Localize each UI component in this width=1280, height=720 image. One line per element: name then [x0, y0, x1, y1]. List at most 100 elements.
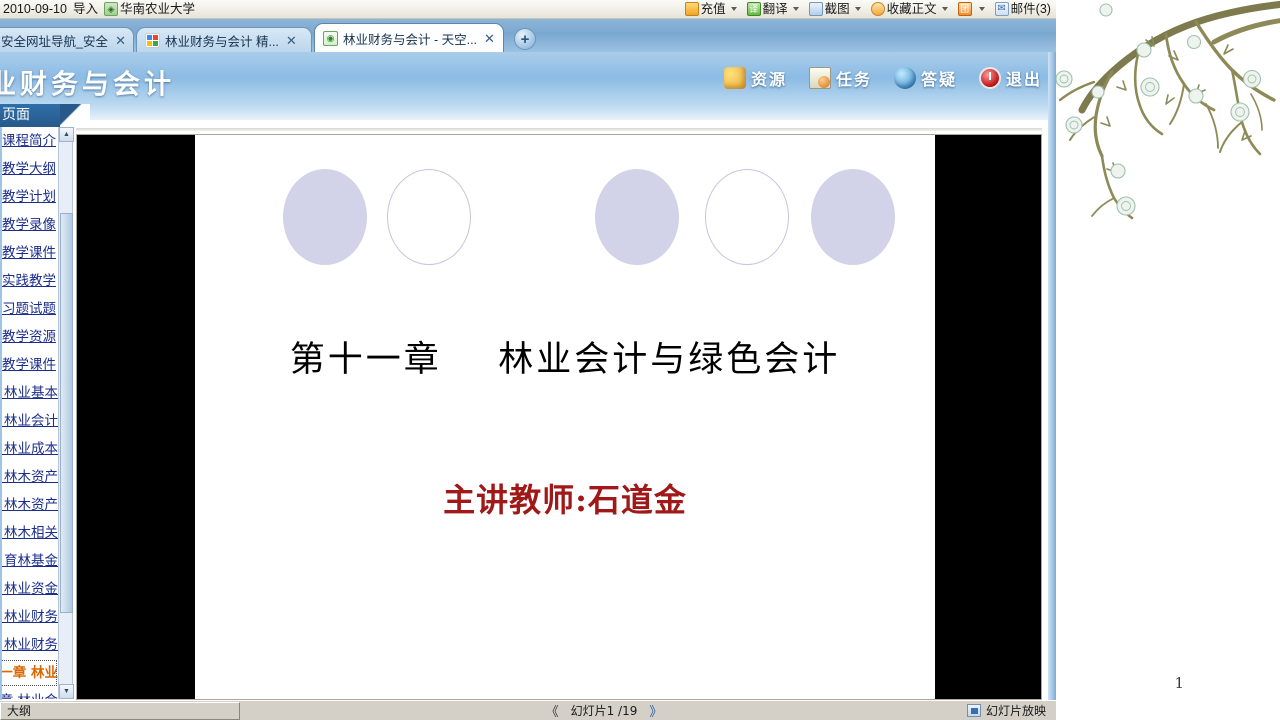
- slide-counter: 幻灯片1 /19: [570, 704, 638, 718]
- university-icon: [103, 2, 118, 16]
- chapter-tree: 课程简介 教学大纲 教学计划 教学录像 教学课件 实践教学 习题试题 教学资源 …: [0, 127, 58, 699]
- viewer-top-divider: [76, 128, 1042, 131]
- tree-item[interactable]: 第十章 林业财务: [0, 631, 58, 659]
- chevron-down-icon[interactable]: [941, 7, 948, 11]
- tree-item[interactable]: 教学资源: [0, 323, 58, 351]
- tree-item[interactable]: 第九章 林业财务: [0, 603, 58, 631]
- tree-item[interactable]: 习题试题: [0, 295, 58, 323]
- tree-item[interactable]: 教学课件: [0, 351, 58, 379]
- slideshow-button[interactable]: 幻灯片放映: [966, 702, 1056, 719]
- translate-icon: [746, 2, 761, 16]
- close-icon[interactable]: ✕: [284, 34, 299, 47]
- status-outline-label: 大纲: [7, 704, 32, 718]
- decor-ellipse-2: [387, 169, 471, 265]
- tree-item[interactable]: 教学计划: [0, 183, 58, 211]
- sidebar-section-tab-label: 页面: [2, 107, 30, 123]
- decor-ellipse-1: [283, 169, 367, 265]
- document-icon: [323, 30, 338, 46]
- chevron-down-icon[interactable]: [730, 7, 737, 11]
- tree-item[interactable]: 第七章 育林基金: [0, 547, 58, 575]
- toolbar-item-favorite-label: 收藏正文: [886, 1, 937, 16]
- previous-slide-icon[interactable]: 《: [546, 701, 559, 720]
- tree-item[interactable]: 课程简介: [0, 127, 58, 155]
- toolbar-item-recharge-label: 充值: [700, 1, 726, 16]
- window-frame-right: [1048, 52, 1056, 720]
- resources-icon: [723, 67, 746, 89]
- screen-root: 2010-09-10 导入 华南农业大学 充值 翻译 截图 收藏正文: [0, 0, 1280, 720]
- toolbar-import-button[interactable]: 导入: [70, 0, 101, 18]
- toolbar-item-screenshot-label: 截图: [824, 1, 850, 16]
- tree-item[interactable]: 第十二章 林业会: [0, 687, 58, 699]
- browser-tab-1[interactable]: 安全网址导航_安全... ✕: [0, 27, 134, 52]
- tree-item[interactable]: 第二章 林业会计: [0, 407, 58, 435]
- toolbar-item-recharge[interactable]: 充值: [682, 0, 744, 18]
- header-nav-qa-label: 答疑: [920, 70, 957, 89]
- toolbar-item-group[interactable]: [955, 0, 992, 18]
- toolbar-item-favorite[interactable]: 收藏正文: [868, 0, 955, 18]
- sidebar-section-tab[interactable]: 页面: [0, 104, 90, 127]
- mail-icon: [994, 2, 1009, 16]
- tree-item[interactable]: 第三章 林业成本: [0, 435, 58, 463]
- toolbar-item-mail-label: 邮件(3): [1010, 1, 1051, 16]
- status-bar: 大纲 《 幻灯片1 /19 》 幻灯片放映: [0, 700, 1056, 720]
- header-nav-exit-label: 退出: [1005, 70, 1042, 89]
- tree-item[interactable]: 第四章 林木资产: [0, 463, 58, 491]
- close-icon[interactable]: ✕: [113, 34, 128, 47]
- scroll-up-icon[interactable]: ▲: [59, 127, 74, 142]
- header-nav-resources-label: 资源: [750, 70, 787, 89]
- chevron-down-icon[interactable]: [978, 7, 985, 11]
- content-area: 课程简介 教学大纲 教学计划 教学录像 教学课件 实践教学 习题试题 教学资源 …: [0, 120, 1056, 700]
- tree-item[interactable]: 教学大纲: [0, 155, 58, 183]
- tree-item[interactable]: 教学录像: [0, 211, 58, 239]
- coin-icon: [684, 2, 699, 16]
- toolbar-item-translate-label: 翻译: [762, 1, 788, 16]
- close-icon[interactable]: ✕: [482, 32, 497, 45]
- browser-tab-1-title: 安全网址导航_安全...: [1, 34, 109, 49]
- new-tab-button[interactable]: +: [514, 28, 536, 50]
- favorite-icon: [870, 2, 885, 16]
- tree-item-selected[interactable]: 第十一章 林业: [0, 659, 58, 687]
- status-outline-cell[interactable]: 大纲: [0, 701, 240, 720]
- toolbar-item-translate[interactable]: 翻译: [744, 0, 806, 18]
- page-number: 1: [1174, 674, 1184, 692]
- browser-tab-3-title: 林业财务与会计 - 天空...: [343, 32, 478, 47]
- tree-item[interactable]: 教学课件: [0, 239, 58, 267]
- tree-item[interactable]: 实践教学: [0, 267, 58, 295]
- exit-icon: [978, 67, 1001, 89]
- toolbar-date: 2010-09-10: [0, 0, 70, 18]
- browser-tab-2-title: 林业财务与会计 精...: [165, 34, 279, 49]
- toolbar-item-screenshot[interactable]: 截图: [806, 0, 868, 18]
- header-nav-qa[interactable]: 答疑: [893, 66, 957, 90]
- page-header: 林业财务与会计 资源 任务 答疑 退出: [0, 52, 1056, 120]
- browser-tab-2[interactable]: 林业财务与会计 精... ✕: [136, 27, 312, 52]
- decor-ellipse-4: [705, 169, 789, 265]
- tree-branch-decoration-icon: [1056, 0, 1280, 220]
- tree-item[interactable]: 第八章 林业资金: [0, 575, 58, 603]
- chapter-tree-scrollbar[interactable]: ▲ ▼: [58, 127, 74, 699]
- toolbar-date-label: 2010-09-10: [3, 1, 67, 16]
- header-nav-exit[interactable]: 退出: [978, 66, 1042, 90]
- scrollbar-thumb[interactable]: [60, 213, 73, 613]
- slideshow-icon: [966, 704, 981, 717]
- decor-ellipse-3: [595, 169, 679, 265]
- header-nav-tasks-label: 任务: [835, 70, 872, 89]
- slide-canvas: 第十一章 林业会计与绿色会计 主讲教师:石道金: [195, 135, 935, 699]
- next-slide-icon[interactable]: 》: [649, 701, 662, 720]
- toolbar-university-link[interactable]: 华南农业大学: [101, 0, 198, 18]
- decor-ellipse-5: [811, 169, 895, 265]
- task-icon: [808, 67, 831, 89]
- scroll-down-icon[interactable]: ▼: [59, 684, 74, 699]
- tree-item[interactable]: 第五章 林木资产: [0, 491, 58, 519]
- header-nav-tasks[interactable]: 任务: [808, 66, 872, 90]
- window-frame-left: [0, 120, 2, 720]
- header-nav-resources[interactable]: 资源: [723, 66, 787, 90]
- group-icon: [957, 2, 972, 16]
- slide-nav: 《 幻灯片1 /19 》: [241, 701, 967, 720]
- tree-item[interactable]: 第一章 林业基本: [0, 379, 58, 407]
- toolbar-university-label: 华南农业大学: [119, 1, 195, 16]
- chevron-down-icon[interactable]: [854, 7, 861, 11]
- slide-viewer[interactable]: 第十一章 林业会计与绿色会计 主讲教师:石道金: [76, 134, 1042, 700]
- tree-item[interactable]: 第六章 林木相关: [0, 519, 58, 547]
- chevron-down-icon[interactable]: [792, 7, 799, 11]
- browser-tab-3[interactable]: 林业财务与会计 - 天空... ✕: [314, 23, 504, 52]
